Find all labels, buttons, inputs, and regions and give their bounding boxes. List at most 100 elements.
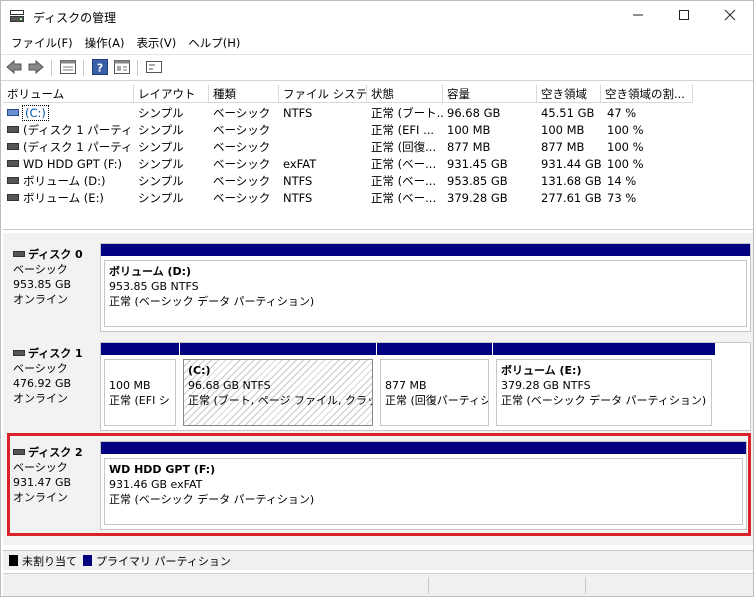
partition-e[interactable]: ボリューム (E:) 379.28 GB NTFS 正常 (ベーシック データ … xyxy=(493,343,715,430)
volume-row[interactable]: (ディスク 1 パーティシ... シンプル ベーシック 正常 (EFI ... … xyxy=(3,122,753,139)
volume-name-cell: (ディスク 1 パーティシ... xyxy=(7,122,134,139)
properties-button[interactable] xyxy=(59,59,77,77)
svg-text:?: ? xyxy=(97,61,103,74)
free-space-cell: 277.61 GB xyxy=(541,191,601,205)
disk-icon xyxy=(13,350,25,356)
disk-name: ディスク 1 xyxy=(28,347,83,360)
file-system-cell: exFAT xyxy=(283,157,317,171)
capacity-cell: 953.85 GB xyxy=(447,174,508,188)
partition-c[interactable]: (C:) 96.68 GB NTFS 正常 (ブート, ページ ファイル, クラ… xyxy=(180,343,376,430)
primary-partition-bar xyxy=(101,343,179,355)
partition-status: 正常 (EFI シ xyxy=(109,394,170,407)
free-space-cell: 45.51 GB xyxy=(541,106,595,120)
capacity-cell: 931.45 GB xyxy=(447,157,508,171)
volume-list[interactable]: ボリューム レイアウト 種類 ファイル システム 状態 容量 空き領域 空き領域… xyxy=(3,85,753,230)
primary-partition-bar xyxy=(180,343,376,355)
disk-status: オンライン xyxy=(13,293,68,306)
layout-cell: シンプル xyxy=(138,140,184,154)
volume-row[interactable]: (ディスク 1 パーティシ... シンプル ベーシック 正常 (回復... 87… xyxy=(3,139,753,156)
view-button[interactable] xyxy=(113,59,131,77)
column-layout[interactable]: レイアウト xyxy=(134,85,209,103)
file-system-cell xyxy=(283,122,367,139)
volume-row[interactable]: ボリューム (D:) シンプル ベーシック NTFS 正常 (ベー... 953… xyxy=(3,173,753,190)
volume-drive-icon xyxy=(7,194,19,201)
volume-row[interactable]: WD HDD GPT (F:) シンプル ベーシック exFAT 正常 (ベー.… xyxy=(3,156,753,173)
type-cell: ベーシック xyxy=(213,157,271,171)
maximize-icon xyxy=(678,9,690,25)
capacity-cell: 96.68 GB xyxy=(447,106,501,120)
partition-efi[interactable]: 100 MB 正常 (EFI シ xyxy=(101,343,179,430)
partition-d[interactable]: ボリューム (D:) 953.85 GB NTFS 正常 (ベーシック データ … xyxy=(101,244,750,331)
partition-size: 953.85 GB NTFS xyxy=(109,280,199,293)
file-system-cell: NTFS xyxy=(283,191,313,205)
column-file-system[interactable]: ファイル システム xyxy=(279,85,367,103)
volume-name: (ディスク 1 パーティシ... xyxy=(23,123,134,137)
title-bar: ディスクの管理 xyxy=(1,1,753,32)
minimize-button[interactable] xyxy=(615,1,661,32)
partition-body: ボリューム (E:) 379.28 GB NTFS 正常 (ベーシック データ … xyxy=(496,359,712,426)
disk-status: オンライン xyxy=(13,392,68,405)
legend-label: 未割り当て xyxy=(22,554,77,568)
volume-name-cell: (ディスク 1 パーティシ... xyxy=(7,139,134,156)
minimize-icon xyxy=(632,9,644,25)
status-cell: 正常 (ブート... xyxy=(371,106,443,120)
primary-partition-bar xyxy=(493,343,715,355)
volume-drive-icon xyxy=(7,177,19,184)
disk-icon xyxy=(13,251,25,257)
forward-button[interactable] xyxy=(27,59,45,77)
volume-name-cell: ボリューム (E:) xyxy=(7,190,134,207)
disk-0-label[interactable]: ディスク 0 ベーシック 953.85 GB オンライン xyxy=(5,247,101,333)
volume-name: WD HDD GPT (F:) xyxy=(23,157,122,171)
forward-icon xyxy=(28,59,44,77)
back-button[interactable] xyxy=(5,59,23,77)
volume-row[interactable]: ボリューム (E:) シンプル ベーシック NTFS 正常 (ベー... 379… xyxy=(3,190,753,207)
capacity-cell: 877 MB xyxy=(447,140,491,154)
menu-help[interactable]: ヘルプ(H) xyxy=(182,35,246,51)
layout-cell: シンプル xyxy=(138,157,184,171)
help-button[interactable]: ? xyxy=(91,58,109,78)
partition-status: 正常 (ブート, ページ ファイル, クラッシュ ダ xyxy=(188,394,372,407)
layout-cell: シンプル xyxy=(138,174,184,188)
column-status[interactable]: 状態 xyxy=(367,85,443,103)
menu-file[interactable]: ファイル(F) xyxy=(5,35,79,51)
column-percent-free[interactable]: 空き領域の割... xyxy=(601,85,693,103)
column-volume[interactable]: ボリューム xyxy=(3,85,134,103)
partition-name: ボリューム (D:) xyxy=(109,265,192,278)
partition-body: 100 MB 正常 (EFI シ xyxy=(104,359,176,426)
window-title: ディスクの管理 xyxy=(33,11,117,25)
partition-body: ボリューム (D:) 953.85 GB NTFS 正常 (ベーシック データ … xyxy=(104,260,747,327)
partition-status: 正常 (ベーシック データ パーティション) xyxy=(501,394,707,407)
column-capacity[interactable]: 容量 xyxy=(443,85,537,103)
volume-name-cell: ボリューム (D:) xyxy=(7,173,134,190)
disk-1-label[interactable]: ディスク 1 ベーシック 476.92 GB オンライン xyxy=(5,346,101,432)
free-space-cell: 931.44 GB xyxy=(541,157,601,171)
settings-button[interactable] xyxy=(145,59,163,77)
toolbar-separator xyxy=(51,60,52,76)
maximize-button[interactable] xyxy=(661,1,707,32)
percent-free-cell: 100 % xyxy=(607,123,644,137)
column-type[interactable]: 種類 xyxy=(209,85,279,103)
file-system-cell xyxy=(283,139,367,156)
partition-recovery[interactable]: 877 MB 正常 (回復パーティシ xyxy=(377,343,492,430)
volume-name: (C:) xyxy=(22,105,49,121)
volume-row[interactable]: (C:) シンプル ベーシック NTFS 正常 (ブート... 96.68 GB… xyxy=(3,105,753,122)
close-button[interactable] xyxy=(707,1,753,32)
menu-action[interactable]: 操作(A) xyxy=(79,35,131,51)
volume-drive-icon xyxy=(7,160,19,167)
legend-swatch xyxy=(83,555,92,566)
menu-view[interactable]: 表示(V) xyxy=(130,35,182,51)
partition-status: 正常 (ベーシック データ パーティション) xyxy=(109,295,315,308)
disk-2-highlight xyxy=(7,433,751,536)
partition-status: 正常 (回復パーティシ xyxy=(385,394,489,407)
toolbar-separator xyxy=(83,60,84,76)
free-space-cell: 131.68 GB xyxy=(541,174,601,188)
view-icon xyxy=(114,59,130,77)
toolbar: ? xyxy=(1,54,753,81)
help-icon: ? xyxy=(92,58,108,78)
status-separator xyxy=(585,577,586,594)
toolbar-separator xyxy=(137,60,138,76)
column-free-space[interactable]: 空き領域 xyxy=(537,85,601,103)
disk-management-window: ディスクの管理 ファイル(F) 操作(A) 表示(V) ヘルプ(H) ? ボリュ… xyxy=(0,0,754,597)
legend-item-unallocated: 未割り当て xyxy=(9,553,77,569)
type-cell: ベーシック xyxy=(213,191,271,205)
